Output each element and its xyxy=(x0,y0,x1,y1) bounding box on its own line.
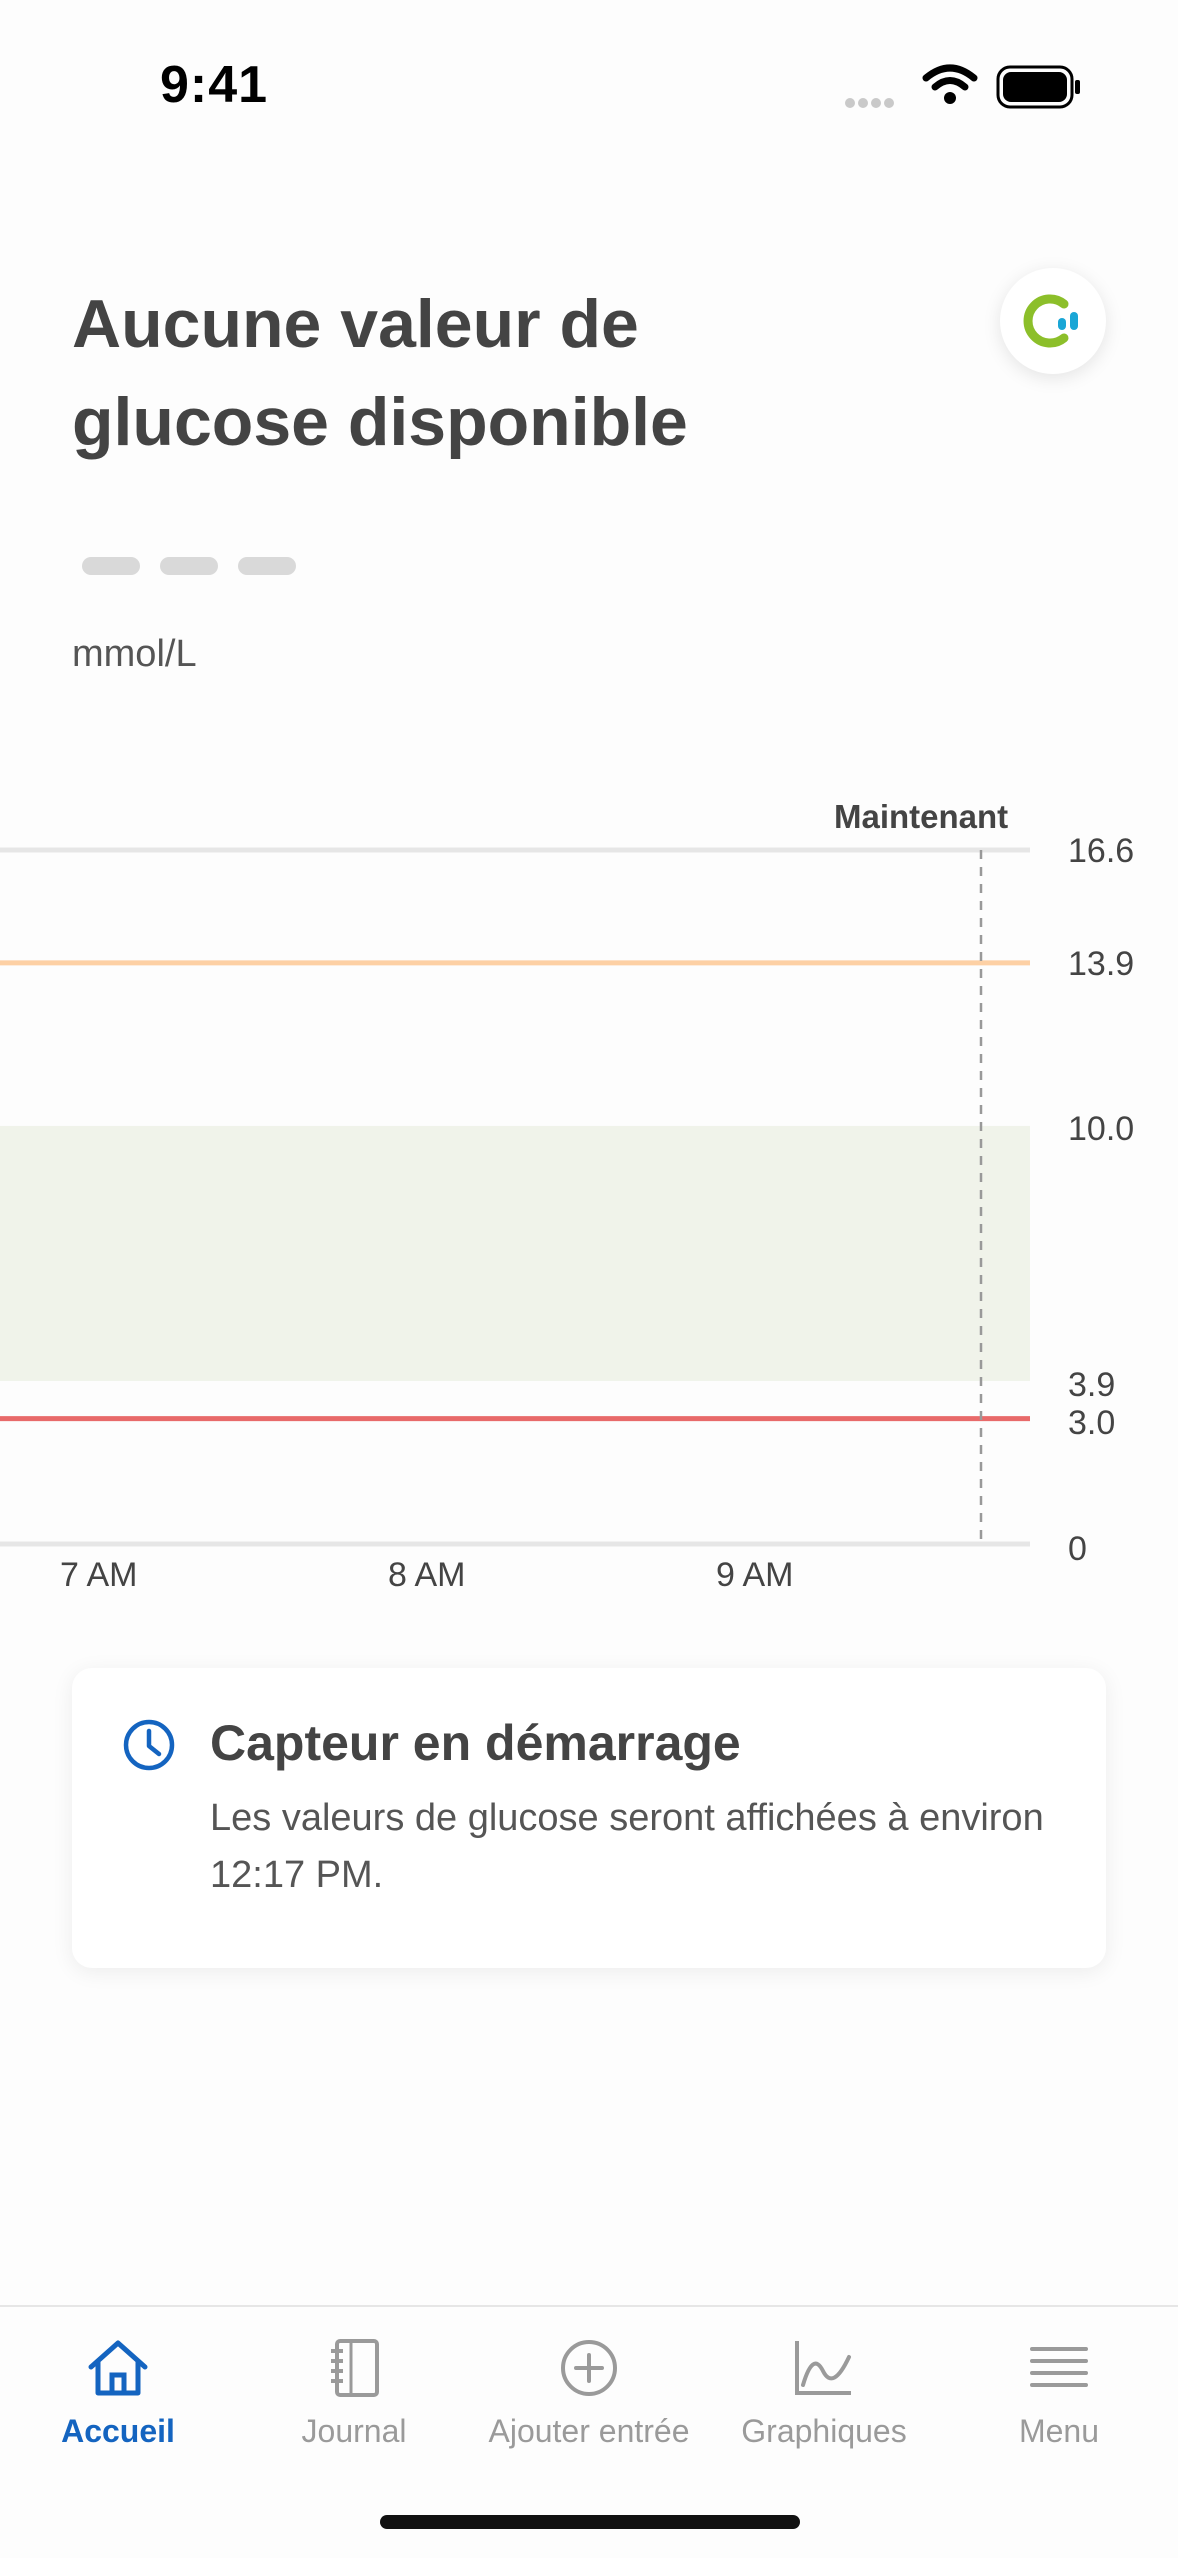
tab-label: Menu xyxy=(1018,2413,1100,2449)
y-tick-label: 10.0 xyxy=(1068,1110,1135,1148)
y-tick-label: 13.9 xyxy=(1068,945,1135,983)
target-range-band xyxy=(0,1125,1030,1381)
card-message: Les valeurs de glucose seront affichées … xyxy=(210,1797,1044,1896)
glucose-value-placeholder xyxy=(82,557,140,575)
glucose-value-placeholder xyxy=(238,557,296,575)
tab-label: Journal xyxy=(301,2413,407,2449)
tab-label: Ajouter entrée xyxy=(488,2413,690,2449)
y-tick-label: 3.0 xyxy=(1068,1404,1116,1442)
x-tick-label: 8 AM xyxy=(388,1556,466,1594)
tab-menu[interactable]: Menu xyxy=(941,2337,1177,2450)
card-title: Capteur en démarrage xyxy=(210,1715,741,1771)
cellular-signal-icon xyxy=(845,95,905,108)
x-tick-label: 7 AM xyxy=(60,1556,138,1594)
tab-journal[interactable]: Journal xyxy=(236,2337,472,2450)
now-label: Maintenant xyxy=(834,798,1009,835)
clock-icon xyxy=(123,1719,175,1771)
home-indicator xyxy=(380,2515,800,2529)
y-tick-label: 0 xyxy=(1068,1530,1087,1568)
tab-label: Graphiques xyxy=(741,2413,907,2449)
home-icon xyxy=(88,2340,148,2396)
page-title: Aucune valeur de glucose disponible xyxy=(72,286,688,460)
tab-label: Accueil xyxy=(61,2413,175,2449)
tab-graphiques[interactable]: Graphiques xyxy=(706,2337,942,2450)
glucose-chart xyxy=(0,847,1030,1547)
app-logo-button[interactable] xyxy=(1000,268,1106,374)
y-tick-label: 16.6 xyxy=(1068,832,1135,870)
glucose-value-placeholder xyxy=(160,557,218,575)
unit-label: mmol/L xyxy=(72,633,197,675)
menu-icon xyxy=(1030,2347,1088,2387)
status-time: 9:41 xyxy=(160,56,269,114)
battery-icon xyxy=(996,65,1080,109)
x-tick-label: 9 AM xyxy=(716,1556,794,1594)
add-circle-icon xyxy=(561,2340,617,2396)
tab-ajouter-entree[interactable]: Ajouter entrée xyxy=(471,2337,707,2450)
chart-icon xyxy=(795,2341,851,2395)
y-tick-label: 3.9 xyxy=(1068,1366,1116,1404)
journal-icon xyxy=(331,2339,379,2397)
app-logo-icon xyxy=(1023,294,1078,348)
wifi-icon xyxy=(922,64,978,104)
tab-accueil[interactable]: Accueil xyxy=(0,2337,236,2450)
sensor-status-card[interactable]: Capteur en démarrage Les valeurs de gluc… xyxy=(72,1668,1106,1968)
